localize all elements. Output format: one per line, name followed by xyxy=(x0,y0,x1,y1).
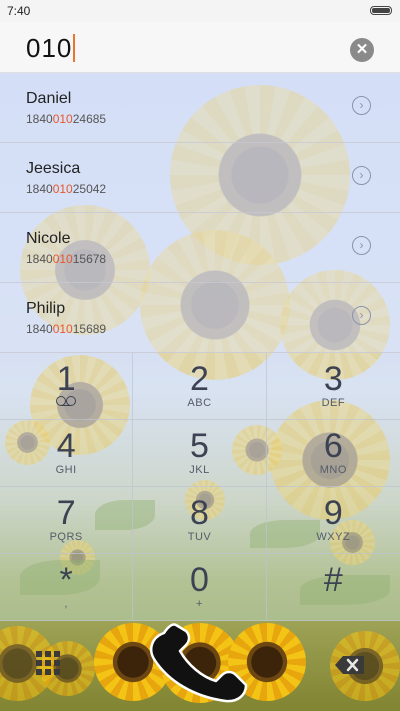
key-7[interactable]: 7 PQRS xyxy=(0,487,134,554)
key-star[interactable]: * , xyxy=(0,554,134,621)
key-letters: GHI xyxy=(55,464,77,476)
key-letters: JKL xyxy=(189,464,210,476)
key-digit: 1 xyxy=(56,360,76,398)
key-2[interactable]: 2 ABC xyxy=(133,353,267,420)
text-caret xyxy=(73,34,76,62)
chevron-right-circle-icon[interactable]: › xyxy=(352,166,371,185)
contact-name: Philip xyxy=(26,300,66,317)
backspace-icon xyxy=(335,656,364,674)
key-1[interactable]: 1 xyxy=(0,353,134,420)
key-digit: 4 xyxy=(56,427,76,465)
key-hash[interactable]: # xyxy=(266,554,400,621)
key-letters: MNO xyxy=(319,464,347,476)
key-digit: 8 xyxy=(190,494,209,532)
key-letters: + xyxy=(196,598,203,610)
contact-number: 184001024685 xyxy=(26,112,107,126)
backspace-button[interactable] xyxy=(334,655,366,675)
key-digit: 3 xyxy=(323,360,343,398)
key-letters: , xyxy=(64,598,68,610)
key-digit: 7 xyxy=(56,494,76,532)
contact-row[interactable]: Daniel 184001024685 › xyxy=(0,73,400,143)
dialpad-grid-icon[interactable] xyxy=(36,651,60,675)
battery-icon xyxy=(370,6,392,15)
number-match-highlight: 010 xyxy=(52,322,73,336)
contact-number: 184001025042 xyxy=(26,182,107,196)
number-match-highlight: 010 xyxy=(52,112,73,126)
number-match-highlight: 010 xyxy=(52,252,73,266)
key-digit: 0 xyxy=(190,561,209,599)
key-digit: 5 xyxy=(190,427,209,465)
matched-contacts-list: Daniel 184001024685 › Jeesica 1840010250… xyxy=(0,73,400,353)
contact-number: 184001015689 xyxy=(26,322,107,336)
dialed-number-text: 010 xyxy=(26,33,73,63)
status-time: 7:40 xyxy=(7,4,31,18)
key-letters: PQRS xyxy=(49,531,83,543)
contact-name: Daniel xyxy=(26,90,72,107)
key-letters: TUV xyxy=(187,531,212,543)
chevron-right-circle-icon[interactable]: › xyxy=(352,96,371,115)
key-digit: 6 xyxy=(323,427,343,465)
key-digit: * xyxy=(59,561,73,599)
key-0[interactable]: 0 + xyxy=(133,554,267,621)
key-9[interactable]: 9 WXYZ xyxy=(266,487,400,554)
key-digit: 9 xyxy=(323,494,343,532)
call-button[interactable] xyxy=(94,623,306,705)
clear-circle-x-icon: ✕ xyxy=(355,41,369,58)
key-3[interactable]: 3 DEF xyxy=(266,353,400,420)
key-8[interactable]: 8 TUV xyxy=(133,487,267,554)
dialer-action-bar xyxy=(0,621,400,711)
key-letters: DEF xyxy=(321,397,346,409)
contact-row[interactable]: Jeesica 184001025042 › xyxy=(0,143,400,213)
dial-input-bar: 010 ✕ xyxy=(0,22,400,73)
voicemail-icon xyxy=(55,396,77,406)
chevron-right-circle-icon[interactable]: › xyxy=(352,236,371,255)
key-4[interactable]: 4 GHI xyxy=(0,420,134,487)
chevron-right-circle-icon[interactable]: › xyxy=(352,306,371,325)
key-digit: 2 xyxy=(190,360,209,398)
key-letters: WXYZ xyxy=(316,531,351,543)
contact-number: 184001015678 xyxy=(26,252,107,266)
contact-row[interactable]: Philip 184001015689 › xyxy=(0,283,400,353)
key-letters: ABC xyxy=(187,397,212,409)
dial-pad: 1 2 ABC 3 DEF 4 GHI 5 JKL 6 MNO 7 PQRS 8… xyxy=(0,353,400,621)
contact-name: Jeesica xyxy=(26,160,81,177)
contact-name: Nicole xyxy=(26,230,71,247)
phone-handset-icon xyxy=(150,623,248,703)
contact-row[interactable]: Nicole 184001015678 › xyxy=(0,213,400,283)
number-match-highlight: 010 xyxy=(52,182,73,196)
status-bar: 7:40 xyxy=(0,0,400,22)
key-digit: # xyxy=(323,561,343,599)
key-6[interactable]: 6 MNO xyxy=(266,420,400,487)
dialed-number-field[interactable]: 010 xyxy=(26,33,76,64)
key-5[interactable]: 5 JKL xyxy=(133,420,267,487)
clear-input-button[interactable]: ✕ xyxy=(350,38,374,62)
